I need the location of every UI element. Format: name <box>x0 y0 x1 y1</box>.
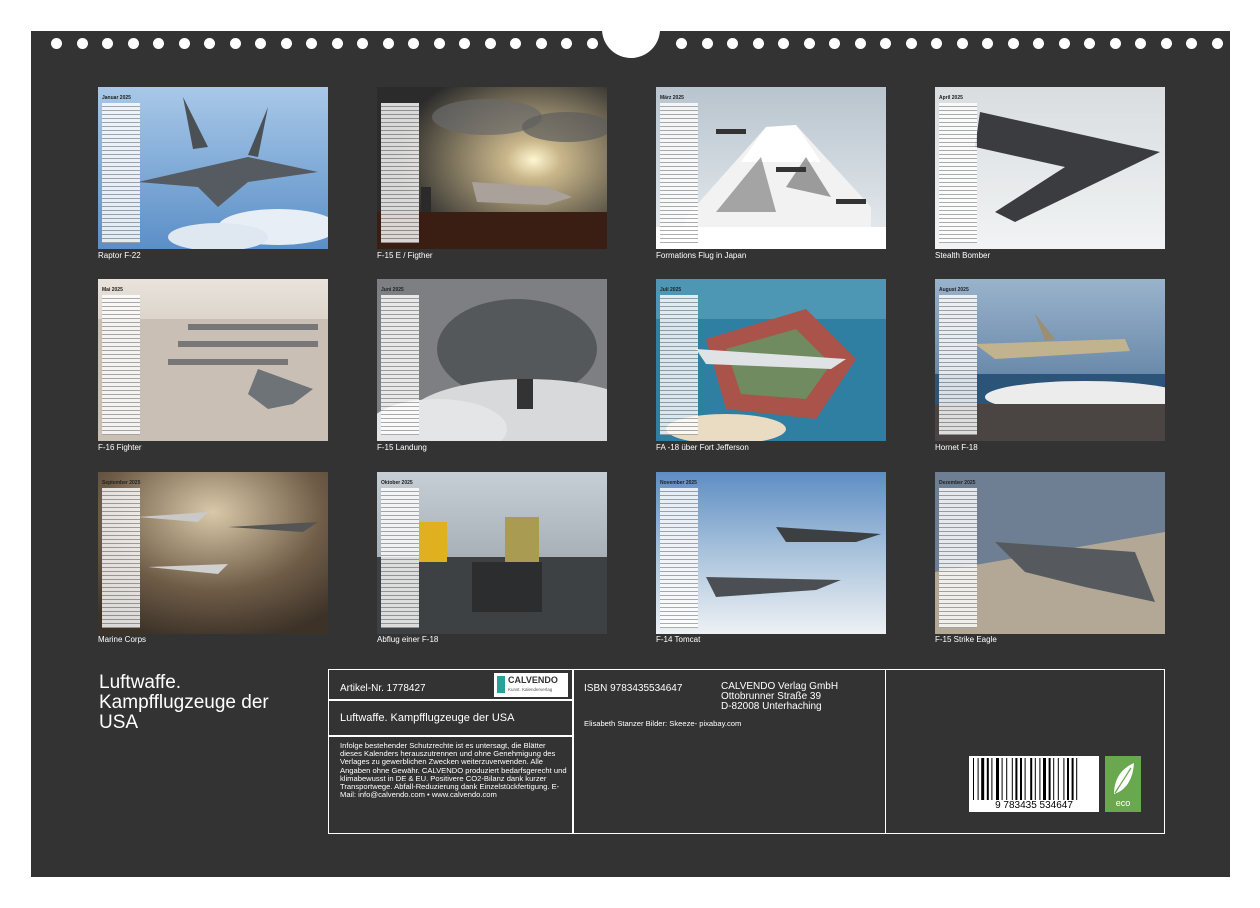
publisher-address: CALVENDO Verlag GmbH Ottobrunner Straße … <box>721 682 838 712</box>
caption-december: F-15 Strike Eagle <box>935 635 997 644</box>
binding-hole <box>1058 38 1070 49</box>
binding-hole <box>102 38 113 49</box>
caption-march: Formations Flug in Japan <box>656 251 747 260</box>
binding-hole <box>357 38 368 49</box>
binding-hole <box>76 38 88 49</box>
binding-hole <box>778 38 789 49</box>
credits: Elisabeth Stanzer Bilder: Skeeze- pixaba… <box>584 719 742 728</box>
caption-june: F-15 Landung <box>377 443 427 452</box>
publisher-city: D-82008 Unterhaching <box>721 701 822 712</box>
month-label: Januar 2025 <box>102 95 131 101</box>
binding-hole <box>1109 38 1121 49</box>
binding-hole <box>701 38 713 49</box>
binding-hole <box>280 38 292 49</box>
article-number: Artikel-Nr. 1778427 <box>340 683 426 694</box>
hanger-notch <box>602 0 660 58</box>
logo-text: CALVENDO <box>508 675 558 685</box>
month-label: Oktober 2025 <box>381 480 413 486</box>
month-thumbnail-september: September 2025 <box>98 472 328 634</box>
binding-hole <box>1135 38 1146 49</box>
month-thumbnail-january: Januar 2025 <box>98 87 328 249</box>
caption-july: FA -18 über Fort Jefferson <box>656 443 749 452</box>
binding-hole <box>255 38 266 49</box>
month-label: Juni 2025 <box>381 287 404 293</box>
isbn-barcode: 9 783435 534647 <box>969 756 1099 812</box>
month-label: Juli 2025 <box>660 287 682 293</box>
caption-november: F-14 Tomcat <box>656 635 701 644</box>
binding-hole <box>1211 38 1223 49</box>
binding-hole <box>1160 38 1172 49</box>
binding-hole <box>459 38 470 49</box>
binding-hole <box>1007 38 1019 49</box>
barcode-digits: 9 783435 534647 <box>969 800 1099 811</box>
month-label: September 2025 <box>102 480 141 486</box>
binding-hole <box>1186 38 1197 49</box>
binding-hole <box>561 38 572 49</box>
eco-label: eco <box>1115 798 1131 808</box>
binding-hole <box>931 38 942 49</box>
calvendo-logo: CALVENDO Kunst. Kalenderverlag <box>494 673 568 697</box>
binding-hole <box>752 38 764 49</box>
month-label: März 2025 <box>660 95 684 101</box>
binding-hole <box>905 38 917 49</box>
legal-text: Infolge bestehender Schutzrechte ist es … <box>340 741 567 800</box>
month-label: August 2025 <box>939 287 969 293</box>
binding-hole <box>510 38 521 49</box>
binding-hole <box>1033 38 1044 49</box>
binding-hole <box>880 38 891 49</box>
eco-badge: eco <box>1105 756 1141 812</box>
binding-hole <box>676 38 687 49</box>
binding-hole <box>178 38 190 49</box>
month-label: April 2025 <box>939 95 963 101</box>
caption-october: Abflug einer F-18 <box>377 635 439 644</box>
isbn: ISBN 9783435534647 <box>584 683 683 694</box>
product-title: Luftwaffe. Kampfflugzeuge der USA <box>340 712 515 724</box>
month-thumbnail-october: Oktober 2025 <box>377 472 607 634</box>
month-label: Mai 2025 <box>102 287 123 293</box>
month-label: November 2025 <box>660 480 697 486</box>
caption-may: F-16 Fighter <box>98 443 142 452</box>
binding-hole <box>535 38 547 49</box>
month-thumbnail-february <box>377 87 607 249</box>
logo-subtext: Kunst. Kalenderverlag <box>508 687 553 692</box>
month-label: Dezember 2025 <box>939 480 976 486</box>
binding-hole <box>484 38 496 49</box>
month-thumbnail-june: Juni 2025 <box>377 279 607 441</box>
binding-hole <box>229 38 241 49</box>
month-thumbnail-december: Dezember 2025 <box>935 472 1165 634</box>
caption-september: Marine Corps <box>98 635 147 644</box>
binding-hole <box>982 38 993 49</box>
binding-hole <box>153 38 164 49</box>
binding-hole <box>127 38 139 49</box>
month-thumbnail-march: März 2025 <box>656 87 886 249</box>
caption-january: Raptor F-22 <box>98 251 141 260</box>
month-thumbnail-august: August 2025 <box>935 279 1165 441</box>
binding-hole <box>854 38 866 49</box>
binding-hole <box>829 38 840 49</box>
binding-hole <box>1084 38 1095 49</box>
binding-hole <box>204 38 215 49</box>
caption-april: Stealth Bomber <box>935 251 991 260</box>
calendar-back-cover: Januar 2025 Raptor F-22 F-15 E / Figther… <box>31 0 1230 877</box>
binding-hole <box>727 38 738 49</box>
binding-hole <box>306 38 317 49</box>
binding-hole <box>433 38 445 49</box>
binding-hole <box>382 38 394 49</box>
month-thumbnail-november: November 2025 <box>656 472 886 634</box>
binding-hole <box>956 38 968 49</box>
month-thumbnail-may: Mai 2025 <box>98 279 328 441</box>
binding-hole <box>408 38 419 49</box>
binding-hole <box>331 38 343 49</box>
caption-august: Hornet F-18 <box>935 443 978 452</box>
caption-february: F-15 E / Figther <box>377 251 433 260</box>
month-thumbnail-april: April 2025 <box>935 87 1165 249</box>
binding-hole <box>586 38 598 49</box>
month-thumbnail-july: Juli 2025 <box>656 279 886 441</box>
calendar-title: Luftwaffe. Kampfflugzeuge der USA <box>99 672 269 733</box>
binding-hole <box>51 38 62 49</box>
binding-hole <box>803 38 815 49</box>
